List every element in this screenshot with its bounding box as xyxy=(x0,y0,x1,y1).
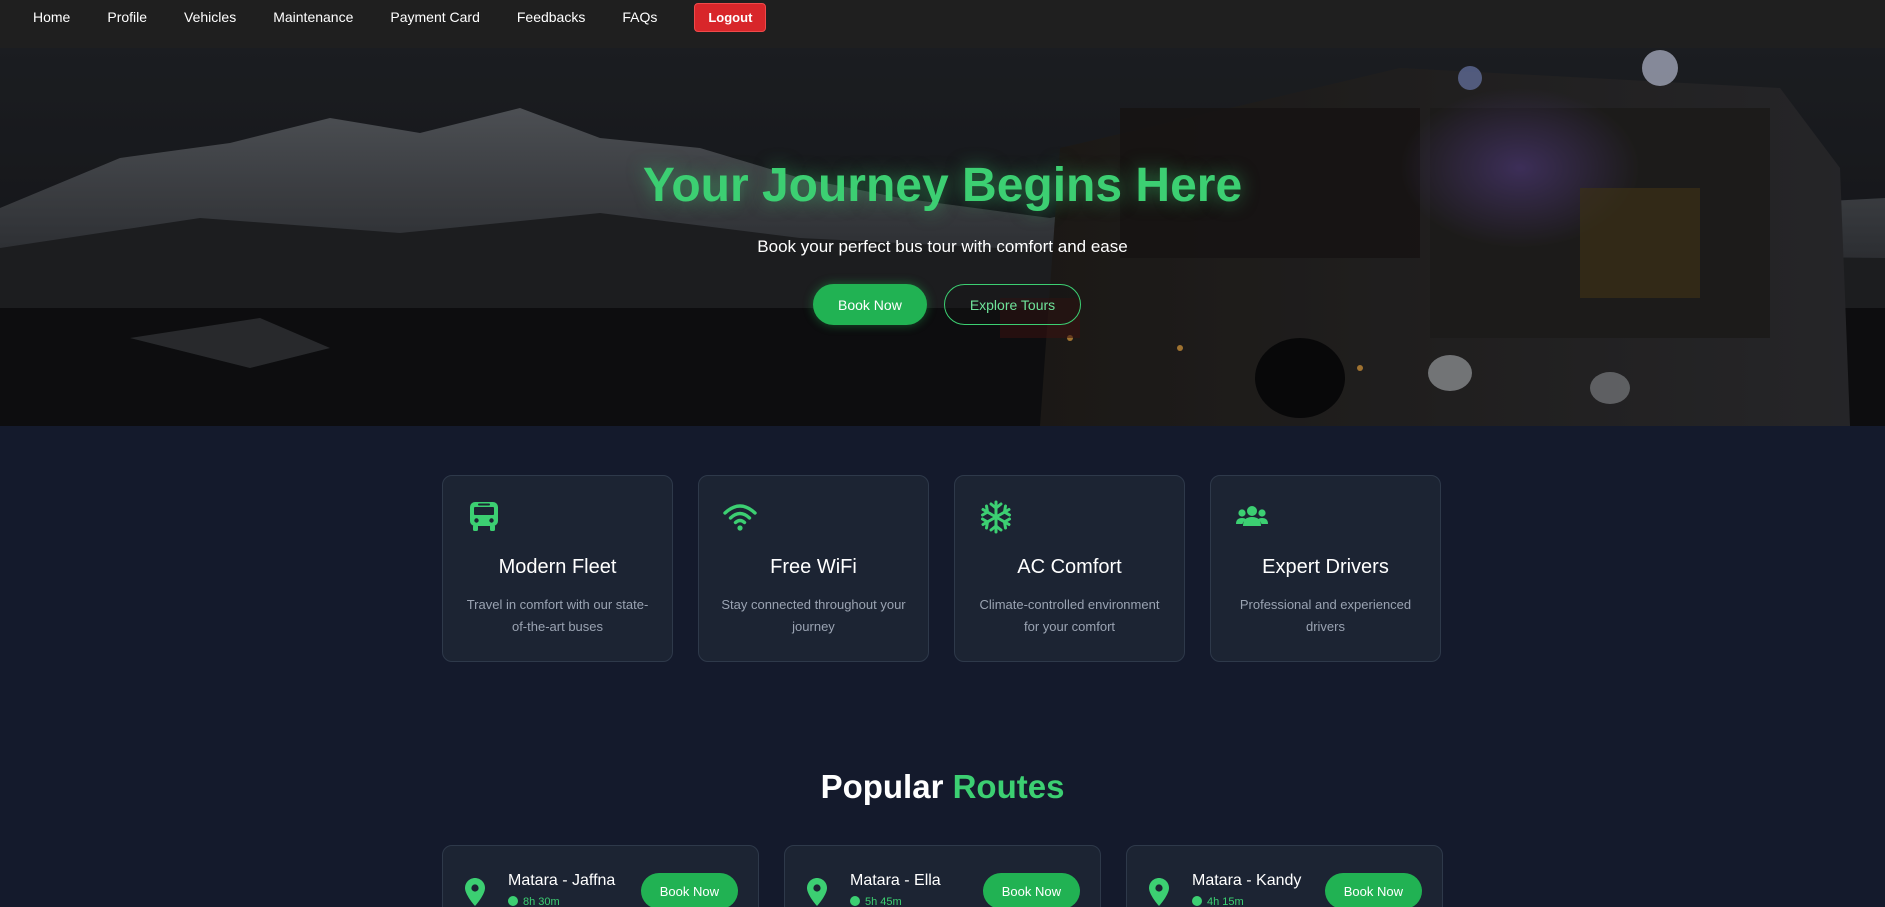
top-navbar: Home Profile Vehicles Maintenance Paymen… xyxy=(0,0,1885,48)
feature-card-free-wifi: Free WiFi Stay connected throughout your… xyxy=(698,475,929,662)
nav-link-payment-card[interactable]: Payment Card xyxy=(390,0,479,34)
hero-button-group: Book Now Explore Tours xyxy=(0,284,1885,325)
nav-link-home[interactable]: Home xyxy=(33,0,70,34)
route-name: Matara - Jaffna xyxy=(508,872,616,889)
nav-link-maintenance[interactable]: Maintenance xyxy=(273,0,353,34)
nav-link-profile[interactable]: Profile xyxy=(107,0,147,34)
route-duration: 4h 15m xyxy=(1192,896,1244,907)
feature-description: Climate-controlled environment for your … xyxy=(979,597,1160,634)
nav-link-feedbacks[interactable]: Feedbacks xyxy=(517,0,585,34)
clock-icon xyxy=(850,896,860,906)
route-duration: 5h 45m xyxy=(850,896,902,907)
route-duration: 8h 30m xyxy=(508,896,560,907)
feature-title: Expert Drivers xyxy=(1262,556,1389,578)
snowflake-icon xyxy=(981,500,1011,534)
route-book-now-button[interactable]: Book Now xyxy=(1324,873,1422,907)
heading-main-text: Popular xyxy=(820,768,944,805)
hero-subtitle: Book your perfect bus tour with comfort … xyxy=(757,237,1128,256)
feature-description: Professional and experienced drivers xyxy=(1239,597,1412,634)
nav-link-faqs[interactable]: FAQs xyxy=(622,0,657,34)
feature-title: Modern Fleet xyxy=(498,556,617,578)
route-duration-text: 4h 15m xyxy=(1207,896,1244,907)
hero-book-now-button[interactable]: Book Now xyxy=(813,284,927,325)
route-name: Matara - Kandy xyxy=(1192,872,1302,889)
bus-icon xyxy=(470,502,498,531)
feature-title: Free WiFi xyxy=(770,556,857,578)
route-card: Matara - Jaffna 8h 30m Book Now xyxy=(442,845,759,907)
heading-accent-text: Routes xyxy=(952,768,1065,805)
clock-icon xyxy=(508,896,518,906)
feature-description: Stay connected throughout your journey xyxy=(721,597,906,634)
route-duration-text: 5h 45m xyxy=(865,896,902,907)
feature-description: Travel in comfort with our state-of-the-… xyxy=(466,597,649,634)
nav-link-vehicles[interactable]: Vehicles xyxy=(184,0,236,34)
clock-icon xyxy=(1192,896,1202,906)
map-pin-icon xyxy=(465,878,485,906)
hero-title: Your Journey Begins Here xyxy=(642,159,1243,212)
routes-list: Matara - Jaffna 8h 30m Book Now Matara -… xyxy=(442,845,1443,907)
hero-explore-tours-button[interactable]: Explore Tours xyxy=(943,284,1082,325)
map-pin-icon xyxy=(807,878,827,906)
route-duration-text: 8h 30m xyxy=(523,896,560,907)
feature-title: AC Comfort xyxy=(1017,556,1122,578)
route-book-now-button[interactable]: Book Now xyxy=(982,873,1080,907)
route-card: Matara - Kandy 4h 15m Book Now xyxy=(1126,845,1443,907)
features-section: Modern Fleet Travel in comfort with our … xyxy=(442,475,1442,662)
route-card: Matara - Ella 5h 45m Book Now xyxy=(784,845,1101,907)
users-icon xyxy=(1236,506,1268,526)
route-book-now-button[interactable]: Book Now xyxy=(640,873,738,907)
hero-content: Your Journey Begins Here Book your perfe… xyxy=(0,48,1885,426)
hero-banner: Your Journey Begins Here Book your perfe… xyxy=(0,48,1885,426)
map-pin-icon xyxy=(1149,878,1169,906)
logout-button[interactable]: Logout xyxy=(694,3,767,32)
feature-card-modern-fleet: Modern Fleet Travel in comfort with our … xyxy=(442,475,673,662)
wifi-icon xyxy=(723,504,757,531)
feature-card-ac-comfort: AC Comfort Climate-controlled environmen… xyxy=(954,475,1185,662)
route-name: Matara - Ella xyxy=(850,872,941,889)
popular-routes-heading: Popular Routes xyxy=(0,768,1885,806)
feature-card-expert-drivers: Expert Drivers Professional and experien… xyxy=(1210,475,1441,662)
